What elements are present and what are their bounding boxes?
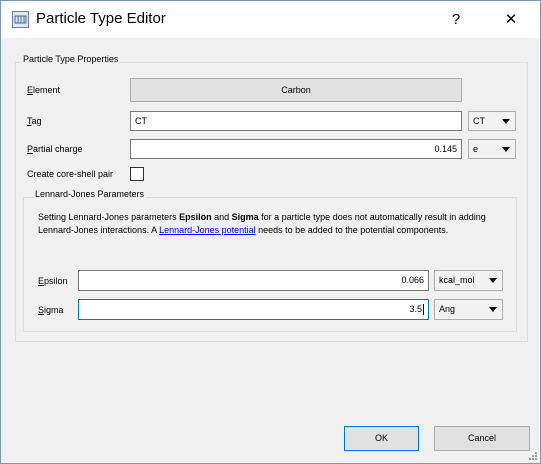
cancel-button[interactable]: Cancel bbox=[434, 426, 530, 451]
app-icon bbox=[12, 11, 29, 28]
help-button[interactable]: ? bbox=[443, 9, 469, 31]
properties-group-title: Particle Type Properties bbox=[21, 54, 121, 64]
core-shell-checkbox[interactable] bbox=[130, 167, 144, 181]
chevron-down-icon bbox=[489, 278, 497, 283]
sigma-label: Sigma bbox=[38, 305, 64, 315]
chevron-down-icon bbox=[489, 307, 497, 312]
tag-input[interactable]: CT bbox=[130, 111, 462, 131]
sigma-input[interactable]: 3.5 bbox=[78, 299, 429, 320]
tag-combo[interactable]: CT bbox=[468, 111, 516, 131]
ok-button[interactable]: OK bbox=[344, 426, 419, 451]
tag-label: Tag bbox=[27, 116, 42, 126]
epsilon-unit-value: kcal_mol bbox=[439, 275, 475, 285]
charge-unit-value: e bbox=[473, 144, 479, 154]
chevron-down-icon bbox=[502, 119, 510, 124]
title-bar: Particle Type Editor ? ✕ bbox=[1, 1, 540, 38]
lj-potential-link[interactable]: Lennard-Jones potential bbox=[159, 225, 256, 235]
chevron-down-icon bbox=[502, 147, 510, 152]
epsilon-unit-combo[interactable]: kcal_mol bbox=[434, 270, 503, 291]
element-label: Element bbox=[27, 85, 61, 95]
sigma-unit-combo[interactable]: Ang bbox=[434, 299, 503, 320]
sigma-unit-value: Ang bbox=[439, 304, 456, 314]
charge-input[interactable]: 0.145 bbox=[130, 139, 462, 159]
element-button[interactable]: Carbon bbox=[130, 78, 462, 102]
window-title: Particle Type Editor bbox=[36, 10, 166, 27]
epsilon-label: Epsilon bbox=[38, 276, 68, 286]
resize-grip-icon[interactable] bbox=[528, 451, 538, 461]
tag-combo-value: CT bbox=[473, 116, 485, 126]
sigma-value: 3.5 bbox=[409, 304, 422, 314]
lj-description: Setting Lennard-Jones parameters Epsilon… bbox=[38, 212, 486, 235]
charge-unit-combo[interactable]: e bbox=[468, 139, 516, 159]
close-button[interactable]: ✕ bbox=[498, 9, 524, 31]
text-caret bbox=[423, 304, 424, 316]
core-shell-label: Create core-shell pair bbox=[27, 169, 114, 179]
epsilon-input[interactable]: 0.066 bbox=[78, 270, 429, 291]
charge-label: Partial charge bbox=[27, 144, 83, 154]
dialog-window: Particle Type Editor ? ✕ Particle Type P… bbox=[0, 0, 541, 464]
lj-group-title: Lennard-Jones Parameters bbox=[33, 189, 147, 199]
